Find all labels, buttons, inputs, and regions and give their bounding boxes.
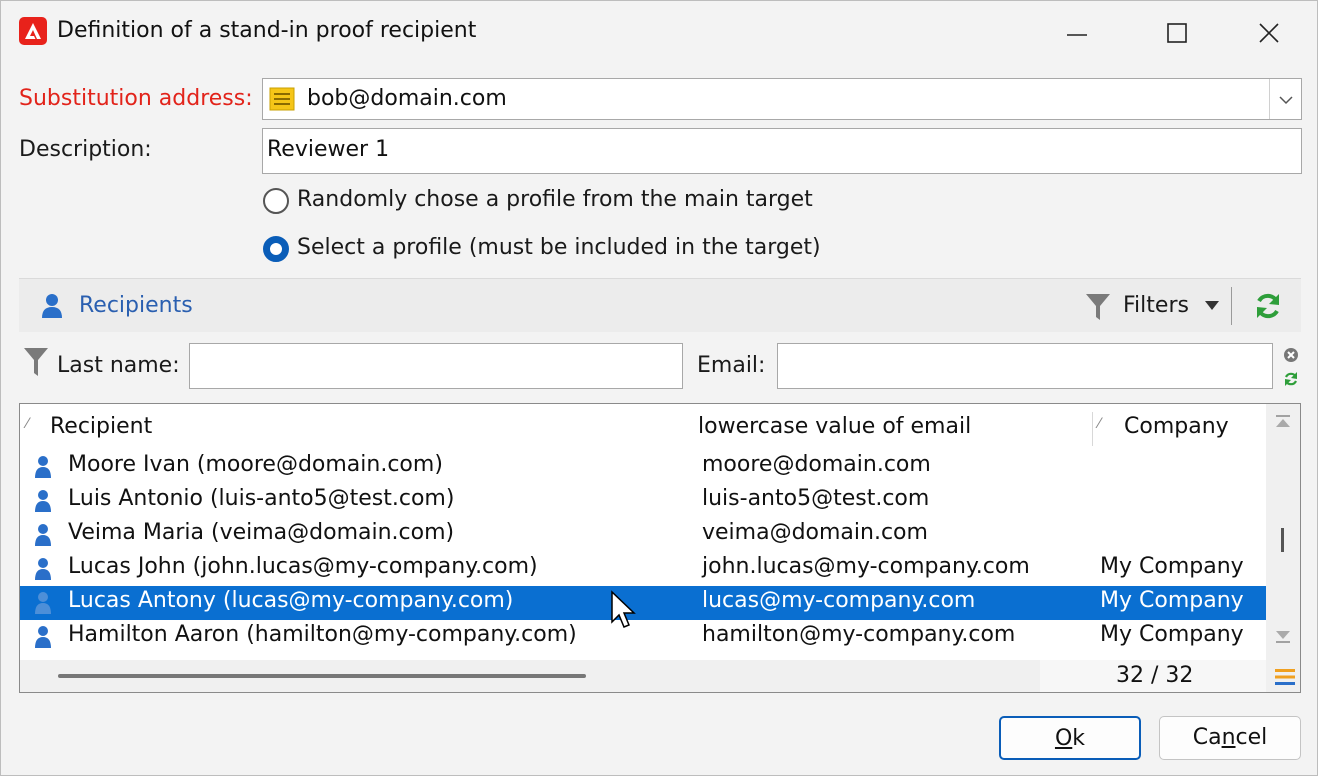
cell-recipient: Veima Maria (veima@domain.com)	[68, 520, 455, 545]
person-icon	[35, 490, 51, 512]
cell-recipient: Hamilton Aaron (hamilton@my-company.com)	[68, 622, 577, 647]
cell-email: moore@domain.com	[702, 452, 931, 477]
chevron-down-icon	[1279, 96, 1293, 105]
scroll-bottom-icon[interactable]	[1275, 630, 1291, 644]
adobe-app-icon	[19, 17, 47, 45]
title-bar: Definition of a stand-in proof recipient	[1, 1, 1317, 63]
person-icon	[35, 626, 51, 648]
column-header-company[interactable]: Company	[1124, 414, 1229, 439]
recipients-title[interactable]: Recipients	[79, 293, 193, 318]
radio-select-label: Select a profile (must be included in th…	[297, 235, 821, 260]
cancel-mnemonic: n	[1221, 725, 1236, 750]
refresh-icon[interactable]	[1253, 291, 1283, 321]
cell-company: My Company	[1100, 554, 1244, 579]
cell-recipient: Lucas John (john.lucas@my-company.com)	[68, 554, 538, 579]
clear-filter-icon[interactable]	[1283, 347, 1299, 363]
substitution-address-label: Substitution address:	[19, 86, 253, 111]
scroll-top-icon[interactable]	[1275, 414, 1291, 428]
recipients-grid: ⁄ Recipient lowercase value of email ⁄ C…	[19, 403, 1301, 693]
vertical-scrollbar[interactable]	[1266, 404, 1300, 660]
cell-company: My Company	[1100, 622, 1244, 647]
maximize-icon	[1167, 23, 1187, 43]
horizontal-scrollbar-thumb[interactable]	[58, 674, 586, 678]
funnel-icon[interactable]	[1085, 293, 1111, 321]
toolbar-separator	[1231, 287, 1232, 325]
cancel-button[interactable]: Cancel	[1159, 716, 1301, 760]
radio-button-checked[interactable]	[263, 236, 289, 262]
description-input[interactable]: Reviewer 1	[262, 128, 1302, 174]
ok-label-rest: k	[1072, 726, 1086, 751]
grid-footer: 32 / 32	[20, 660, 1300, 692]
table-row[interactable]: Luis Antonio (luis-anto5@test.com) luis-…	[20, 484, 1266, 518]
table-row[interactable]: Moore Ivan (moore@domain.com) moore@doma…	[20, 450, 1266, 484]
sort-indicator-icon: ⁄	[26, 416, 29, 432]
cell-recipient: Lucas Antony (lucas@my-company.com)	[68, 588, 514, 613]
table-row-selected[interactable]: Lucas Antony (lucas@my-company.com) luca…	[20, 586, 1266, 620]
address-list-icon	[269, 87, 295, 111]
close-button[interactable]	[1217, 1, 1317, 63]
person-icon	[35, 558, 51, 580]
email-input[interactable]	[777, 343, 1273, 389]
record-count: 32 / 32	[1116, 663, 1194, 688]
cell-email: hamilton@my-company.com	[702, 622, 1016, 647]
maximize-button[interactable]	[1125, 1, 1225, 63]
description-label: Description:	[19, 137, 152, 162]
cell-recipient: Luis Antonio (luis-anto5@test.com)	[68, 486, 455, 511]
table-row[interactable]: Lucas John (john.lucas@my-company.com) j…	[20, 552, 1266, 586]
table-row[interactable]: Veima Maria (veima@domain.com) veima@dom…	[20, 518, 1266, 552]
last-name-input[interactable]	[189, 343, 683, 389]
ok-button[interactable]: Ok	[999, 716, 1141, 760]
radio-random-profile[interactable]: Randomly chose a profile from the main t…	[263, 187, 863, 217]
record-count-area: 32 / 32	[1040, 660, 1266, 692]
grid-header: ⁄ Recipient lowercase value of email ⁄ C…	[20, 404, 1266, 450]
apply-filter-refresh-icon[interactable]	[1283, 371, 1299, 387]
ok-mnemonic: O	[1054, 726, 1073, 751]
cell-email: lucas@my-company.com	[702, 588, 976, 613]
column-divider[interactable]	[1092, 412, 1093, 446]
filters-button[interactable]: Filters	[1123, 293, 1189, 318]
dialog-window: Definition of a stand-in proof recipient…	[0, 0, 1318, 776]
table-row[interactable]: Hamilton Aaron (hamilton@my-company.com)…	[20, 620, 1266, 654]
caret-down-icon[interactable]	[1205, 301, 1219, 311]
scrollbar-thumb[interactable]	[1281, 528, 1284, 552]
radio-select-profile[interactable]: Select a profile (must be included in th…	[263, 235, 863, 265]
description-value: Reviewer 1	[267, 137, 390, 162]
cancel-label-pre: Ca	[1192, 725, 1222, 750]
combo-dropdown-button[interactable]	[1269, 79, 1301, 119]
sort-indicator-icon: ⁄	[1098, 416, 1101, 432]
person-icon	[35, 456, 51, 478]
cell-email: john.lucas@my-company.com	[702, 554, 1030, 579]
close-icon	[1259, 23, 1279, 43]
last-name-label: Last name:	[57, 353, 180, 378]
cell-company: My Company	[1100, 588, 1244, 613]
substitution-address-value: bob@domain.com	[307, 86, 507, 111]
column-header-recipient[interactable]: Recipient	[50, 414, 152, 439]
column-header-email[interactable]: lowercase value of email	[698, 414, 971, 439]
person-icon	[35, 524, 51, 546]
person-icon	[35, 592, 51, 614]
list-config-icon[interactable]	[1274, 667, 1296, 687]
cell-email: luis-anto5@test.com	[702, 486, 930, 511]
minimize-button[interactable]	[1025, 1, 1125, 63]
email-label: Email:	[697, 353, 766, 378]
mouse-cursor-icon	[611, 590, 636, 628]
substitution-address-combo[interactable]: bob@domain.com	[262, 78, 1302, 120]
cancel-label-rest: cel	[1235, 725, 1268, 750]
cell-email: veima@domain.com	[702, 520, 928, 545]
minimize-icon	[1067, 34, 1087, 36]
radio-random-label: Randomly chose a profile from the main t…	[297, 187, 813, 212]
last-name-filter-icon	[24, 348, 48, 376]
window-title: Definition of a stand-in proof recipient	[57, 18, 477, 43]
recipients-toolbar: Recipients Filters	[19, 278, 1301, 332]
radio-button-unchecked[interactable]	[263, 188, 289, 214]
cell-recipient: Moore Ivan (moore@domain.com)	[68, 452, 443, 477]
person-icon	[42, 294, 62, 318]
